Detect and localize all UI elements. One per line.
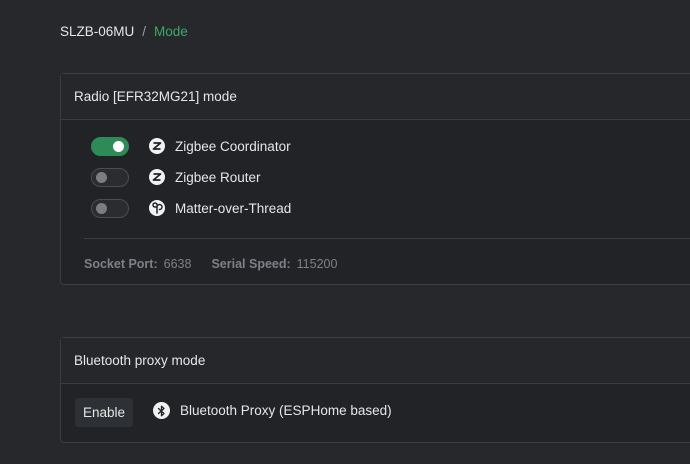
mode-row-zigbee-router: Zigbee Router [91, 166, 261, 188]
mode-row-zigbee-coordinator: Zigbee Coordinator [91, 135, 291, 157]
socket-port-label: Socket Port: [84, 257, 158, 271]
serial-speed-value: 115200 [296, 257, 338, 271]
page: SLZB-06MU / Mode Radio [EFR32MG21] mode … [0, 0, 690, 464]
bluetooth-proxy-card-title: Bluetooth proxy mode [61, 338, 690, 384]
zigbee-icon [149, 138, 165, 154]
breadcrumb: SLZB-06MU / Mode [60, 24, 188, 39]
mode-label-zigbee-router: Zigbee Router [175, 169, 261, 185]
serial-speed-label: Serial Speed: [211, 257, 291, 271]
bluetooth-proxy-row: Bluetooth Proxy (ESPHome based) [153, 402, 392, 419]
bluetooth-icon [153, 402, 170, 419]
toggle-knob [96, 202, 107, 214]
zigbee-coordinator-toggle[interactable] [91, 136, 129, 156]
toggle-knob [96, 171, 107, 183]
mode-label-matter-over-thread: Matter-over-Thread [175, 200, 292, 216]
mode-row-matter-over-thread: Matter-over-Thread [91, 197, 291, 219]
toggle-knob [113, 140, 124, 152]
divider [84, 238, 690, 239]
matter-over-thread-toggle[interactable] [91, 198, 129, 218]
breadcrumb-root[interactable]: SLZB-06MU [60, 24, 134, 39]
zigbee-router-toggle[interactable] [91, 167, 129, 187]
thread-icon [149, 200, 165, 216]
breadcrumb-current: Mode [154, 24, 188, 39]
bluetooth-proxy-card: Bluetooth proxy mode Enable Bluetooth Pr… [60, 337, 690, 443]
radio-mode-card: Radio [EFR32MG21] mode Zigbee Coordinato… [60, 73, 690, 285]
breadcrumb-separator: / [142, 24, 147, 39]
enable-button[interactable]: Enable [75, 398, 133, 427]
socket-port-value: 6638 [163, 257, 192, 271]
bluetooth-proxy-label: Bluetooth Proxy (ESPHome based) [180, 403, 392, 418]
mode-label-zigbee-coordinator: Zigbee Coordinator [175, 138, 291, 154]
zigbee-icon [149, 169, 165, 185]
radio-mode-card-title: Radio [EFR32MG21] mode [61, 74, 690, 120]
connection-info: Socket Port: 6638 Serial Speed: 115200 [84, 257, 337, 271]
